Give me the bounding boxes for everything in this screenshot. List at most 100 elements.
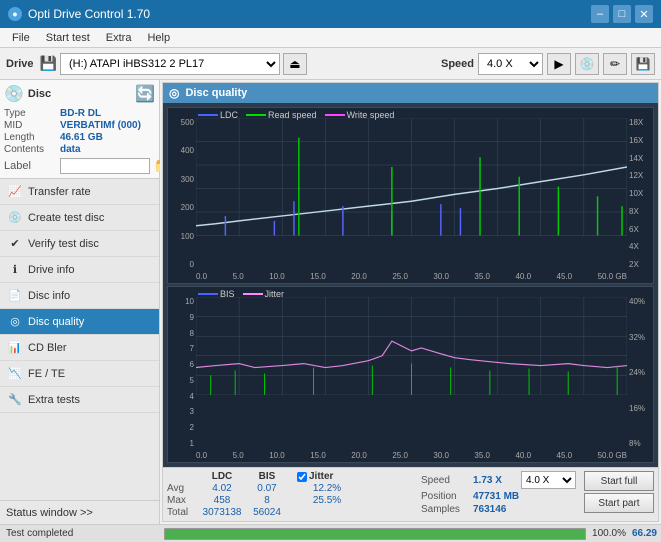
disc-quality-panel: ◎ Disc quality LDC Read speed — [162, 82, 659, 522]
drive-select-area: 💾 (H:) ATAPI iHBS312 2 PL17 ⏏ — [40, 53, 435, 75]
legend-bis-text: BIS — [220, 289, 235, 299]
disc-info-label: Disc info — [28, 290, 70, 302]
drive-dropdown[interactable]: (H:) ATAPI iHBS312 2 PL17 — [60, 53, 280, 75]
disc-label-input[interactable] — [60, 158, 150, 174]
save-button[interactable]: 💾 — [631, 53, 655, 75]
disc-quality-icon: ◎ — [8, 315, 22, 329]
disc-type-val: BD-R DL — [60, 108, 101, 119]
chart1-y-right: 18X 16X 14X 12X 10X 8X 6X 4X 2X — [627, 118, 653, 269]
jitter-checkbox[interactable] — [297, 472, 307, 482]
minimize-button[interactable]: – — [591, 5, 609, 23]
jitter-header: Jitter — [297, 471, 357, 482]
legend-write-speed-text: Write speed — [347, 110, 395, 120]
avg-ldc: 4.02 — [197, 483, 247, 494]
status-text: Test completed — [6, 528, 73, 539]
disc-panel-icon: 💿 — [4, 84, 24, 104]
app-title: Opti Drive Control 1.70 — [28, 7, 150, 21]
disc-panel-header: 💿 Disc 🔄 — [4, 84, 155, 104]
position-label: Position — [421, 491, 469, 502]
total-row: Total 3073138 56024 — [167, 507, 409, 518]
avg-jitter: 12.2% — [297, 483, 357, 494]
chart-bis: BIS Jitter 10 9 8 7 6 5 — [167, 286, 654, 463]
speed-dropdown[interactable]: 4.0 X — [478, 53, 543, 75]
create-test-disc-icon: 💿 — [8, 211, 22, 225]
avg-row: Avg 4.02 0.07 12.2% — [167, 483, 409, 494]
stats-row-main: LDC BIS Jitter Av — [167, 471, 654, 518]
disc-label-row: Label 📁 — [4, 157, 155, 174]
legend-ldc: LDC — [198, 110, 238, 120]
sidebar-item-disc-info[interactable]: 📄 Disc info — [0, 283, 159, 309]
write-button[interactable]: ✏ — [603, 53, 627, 75]
status-text-area: Test completed — [0, 524, 160, 542]
sidebar-item-extra-tests[interactable]: 🔧 Extra tests — [0, 387, 159, 413]
disc-quality-header: ◎ Disc quality — [163, 83, 658, 103]
sidebar-item-disc-quality[interactable]: ◎ Disc quality — [0, 309, 159, 335]
chart2-svg — [196, 297, 627, 395]
progress-percent: 100.0% — [592, 528, 626, 539]
start-part-button[interactable]: Start part — [584, 493, 654, 513]
sidebar-item-drive-info[interactable]: ℹ Drive info — [0, 257, 159, 283]
maximize-button[interactable]: □ — [613, 5, 631, 23]
disc-label-key: Label — [4, 160, 56, 172]
max-label: Max — [167, 495, 197, 506]
menu-file[interactable]: File — [4, 30, 38, 46]
legend-read-speed: Read speed — [246, 110, 317, 120]
sidebar-item-cd-bler[interactable]: 📊 CD Bler — [0, 335, 159, 361]
legend-ldc-color — [198, 114, 218, 116]
status-window-button[interactable]: Status window >> — [0, 500, 159, 524]
disc-quality-label: Disc quality — [28, 316, 84, 328]
menu-extra[interactable]: Extra — [98, 30, 140, 46]
stats-headers: LDC BIS Jitter — [167, 471, 409, 482]
disc-mid-row: MID VERBATIMf (000) — [4, 120, 155, 131]
speed-apply-button[interactable]: ▶ — [547, 53, 571, 75]
disc-button[interactable]: 💿 — [575, 53, 599, 75]
create-test-disc-label: Create test disc — [28, 212, 104, 224]
content-area: ◎ Disc quality LDC Read speed — [160, 80, 661, 524]
position-val: 47731 MB — [473, 491, 519, 502]
disc-panel: 💿 Disc 🔄 Type BD-R DL MID VERBATIMf (000… — [0, 80, 159, 179]
eject-button[interactable]: ⏏ — [283, 53, 307, 75]
cd-bler-icon: 📊 — [8, 341, 22, 355]
speed-position-section: Speed 1.73 X 4.0 X Position 47731 MB Sam… — [421, 471, 576, 515]
ldc-header: LDC — [197, 471, 247, 482]
legend-bis-color — [198, 293, 218, 295]
avg-label: Avg — [167, 483, 197, 494]
transfer-rate-label: Transfer rate — [28, 186, 91, 198]
disc-info-icon: 📄 — [8, 289, 22, 303]
sidebar-item-create-test-disc[interactable]: 💿 Create test disc — [0, 205, 159, 231]
menu-start-test[interactable]: Start test — [38, 30, 98, 46]
speed-stat-label: Speed — [421, 475, 469, 486]
total-label: Total — [167, 507, 197, 518]
start-full-button[interactable]: Start full — [584, 471, 654, 491]
disc-length-row: Length 46.61 GB — [4, 132, 155, 143]
samples-val: 763146 — [473, 504, 506, 515]
stats-speed-dropdown[interactable]: 4.0 X — [521, 471, 576, 489]
progress-area: 100.0% 66.29 — [160, 524, 661, 542]
verify-test-disc-icon: ✔ — [8, 237, 22, 251]
disc-refresh-icon[interactable]: 🔄 — [135, 84, 155, 104]
charts-container: LDC Read speed Write speed 500 — [163, 103, 658, 467]
drive-info-label: Drive info — [28, 264, 74, 276]
legend-read-speed-text: Read speed — [268, 110, 317, 120]
max-ldc: 458 — [197, 495, 247, 506]
chart1-y-left: 500 400 300 200 100 0 — [168, 118, 196, 269]
chart-ldc: LDC Read speed Write speed 500 — [167, 107, 654, 284]
close-button[interactable]: ✕ — [635, 5, 653, 23]
disc-panel-label: Disc — [28, 88, 51, 100]
disc-quality-title: Disc quality — [185, 87, 247, 99]
fe-te-icon: 📉 — [8, 367, 22, 381]
legend-read-speed-color — [246, 114, 266, 116]
nav-section: 📈 Transfer rate 💿 Create test disc ✔ Ver… — [0, 179, 159, 500]
sidebar-item-transfer-rate[interactable]: 📈 Transfer rate — [0, 179, 159, 205]
sidebar-item-verify-test-disc[interactable]: ✔ Verify test disc — [0, 231, 159, 257]
disc-length-val: 46.61 GB — [60, 132, 103, 143]
menu-help[interactable]: Help — [139, 30, 178, 46]
disc-contents-key: Contents — [4, 144, 56, 155]
speed-row: Speed 1.73 X 4.0 X — [421, 471, 576, 489]
avg-bis: 0.07 — [247, 483, 287, 494]
legend-write-speed: Write speed — [325, 110, 395, 120]
stats-area: LDC BIS Jitter Av — [163, 467, 658, 521]
position-row: Position 47731 MB — [421, 491, 576, 502]
sidebar-item-fe-te[interactable]: 📉 FE / TE — [0, 361, 159, 387]
bis-header: BIS — [247, 471, 287, 482]
